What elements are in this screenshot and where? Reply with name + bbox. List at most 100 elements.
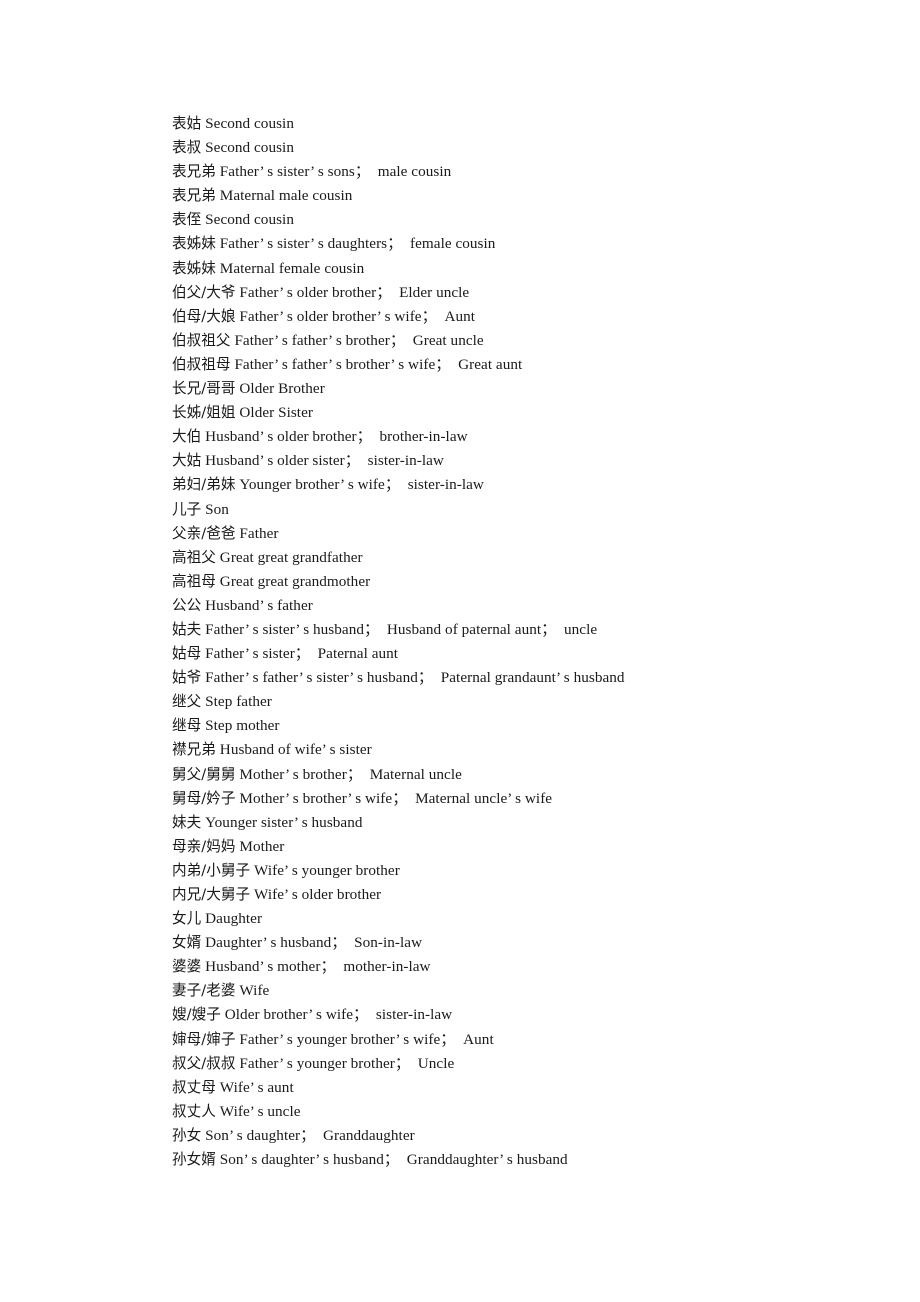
glossary-entry: 伯叔祖母 Father’ s father’ s brother’ s wife…	[172, 353, 872, 377]
glossary-entry: 表兄弟 Maternal male cousin	[172, 184, 872, 208]
glossary-entry: 长姊/姐姐 Older Sister	[172, 401, 872, 425]
glossary-gloss: Wife’ s uncle	[219, 1102, 301, 1120]
glossary-gloss: Father’ s older brother’ s wife； Aunt	[239, 307, 476, 325]
glossary-term: 表兄弟	[172, 187, 216, 205]
glossary-term: 父亲/爸爸	[172, 524, 236, 542]
glossary-entry: 叔父/叔叔 Father’ s younger brother； Uncle	[172, 1052, 872, 1076]
glossary-entry: 表姊妹 Father’ s sister’ s daughters； femal…	[172, 232, 872, 256]
glossary-term: 女婿	[172, 934, 202, 952]
glossary-entry: 表叔 Second cousin	[172, 136, 872, 160]
glossary-entry: 叔丈人 Wife’ s uncle	[172, 1100, 872, 1124]
glossary-term: 表侄	[172, 211, 202, 229]
glossary-term: 继母	[172, 717, 202, 735]
glossary-gloss: Step mother	[205, 717, 280, 735]
glossary-term: 弟妇/弟妹	[172, 476, 236, 494]
glossary-term: 叔父/叔叔	[172, 1054, 236, 1072]
glossary-entry: 孙女 Son’ s daughter； Granddaughter	[172, 1124, 872, 1148]
glossary-term: 孙女	[172, 1126, 202, 1144]
glossary-term: 婶母/婶子	[172, 1030, 236, 1048]
glossary-term: 叔丈母	[172, 1078, 216, 1096]
glossary-gloss: Father’ s sister’ s daughters； female co…	[219, 235, 496, 253]
glossary-gloss: Great great grandmother	[219, 572, 371, 590]
glossary-gloss: Husband’ s older brother； brother-in-law	[205, 428, 468, 446]
glossary-term: 姑夫	[172, 620, 202, 638]
glossary-entry: 表兄弟 Father’ s sister’ s sons； male cousi…	[172, 160, 872, 184]
glossary-entry: 内弟/小舅子 Wife’ s younger brother	[172, 859, 872, 883]
glossary-entry: 伯叔祖父 Father’ s father’ s brother； Great …	[172, 329, 872, 353]
glossary-term: 内兄/大舅子	[172, 886, 251, 903]
glossary-entry: 表姊妹 Maternal female cousin	[172, 257, 872, 281]
glossary-entry: 内兄/大舅子 Wife’ s older brother	[172, 883, 872, 907]
glossary-gloss: Father’ s father’ s brother； Great uncle	[234, 331, 484, 349]
glossary-entry: 大伯 Husband’ s older brother； brother-in-…	[172, 425, 872, 449]
glossary-gloss: Father’ s sister； Paternal aunt	[205, 645, 399, 663]
glossary-term: 叔丈人	[172, 1102, 216, 1120]
glossary-term: 表姊妹	[172, 259, 216, 277]
glossary-gloss: Husband’ s father	[205, 596, 313, 614]
glossary-entry: 高祖父 Great great grandfather	[172, 546, 872, 570]
glossary-gloss: Great great grandfather	[219, 548, 363, 566]
glossary-entry: 母亲/妈妈 Mother	[172, 835, 872, 859]
glossary-entry: 舅父/舅舅 Mother’ s brother； Maternal uncle	[172, 763, 872, 787]
glossary-term: 姑母	[172, 645, 202, 663]
glossary-gloss: Maternal male cousin	[219, 187, 353, 205]
glossary-entry: 大姑 Husband’ s older sister； sister-in-la…	[172, 449, 872, 473]
glossary-entry: 公公 Husband’ s father	[172, 594, 872, 618]
glossary-gloss: Younger brother’ s wife； sister-in-law	[239, 476, 484, 494]
glossary-term: 舅母/妗子	[172, 789, 236, 807]
glossary-term: 表姑	[172, 115, 202, 132]
glossary-entry: 儿子 Son	[172, 498, 872, 522]
glossary-gloss: Husband’ s older sister； sister-in-law	[205, 452, 444, 470]
glossary-term: 继父	[172, 693, 202, 711]
glossary-gloss: Maternal female cousin	[219, 259, 365, 277]
glossary-entry: 伯父/大爷 Father’ s older brother； Elder unc…	[172, 281, 872, 305]
glossary-gloss: Older Brother	[239, 380, 325, 398]
glossary-term: 伯母/大娘	[172, 307, 236, 325]
glossary-entry: 襟兄弟 Husband of wife’ s sister	[172, 738, 872, 762]
glossary-term: 大伯	[172, 428, 202, 446]
glossary-list: 表姑 Second cousin 表叔 Second cousin 表兄弟 Fath…	[172, 112, 872, 1172]
glossary-term: 表叔	[172, 139, 202, 157]
glossary-gloss: Son’ s daughter； Granddaughter	[205, 1126, 415, 1144]
glossary-gloss: Wife’ s aunt	[219, 1078, 294, 1096]
glossary-entry: 妹夫 Younger sister’ s husband	[172, 811, 872, 835]
glossary-term: 孙女婿	[172, 1151, 216, 1169]
glossary-term: 大姑	[172, 452, 202, 470]
glossary-entry: 婶母/婶子 Father’ s younger brother’ s wife；…	[172, 1028, 872, 1052]
glossary-gloss: Father’ s father’ s brother’ s wife； Gre…	[234, 355, 523, 373]
glossary-gloss: Older brother’ s wife； sister-in-law	[224, 1006, 453, 1024]
glossary-entry: 姑夫 Father’ s sister’ s husband； Husband …	[172, 618, 872, 642]
glossary-gloss: Mother’ s brother’ s wife； Maternal uncl…	[239, 789, 553, 807]
glossary-gloss: Father’ s sister’ s husband； Husband of …	[205, 620, 598, 638]
glossary-gloss: Son	[205, 500, 229, 518]
glossary-gloss: Wife’ s older brother	[254, 886, 382, 903]
glossary-gloss: Daughter’ s husband； Son-in-law	[205, 934, 423, 952]
glossary-gloss: Husband’ s mother； mother-in-law	[205, 958, 431, 976]
glossary-term: 嫂/嫂子	[172, 1006, 221, 1024]
glossary-term: 母亲/妈妈	[172, 837, 236, 855]
glossary-term: 伯父/大爷	[172, 283, 236, 301]
glossary-term: 内弟/小舅子	[172, 861, 251, 879]
glossary-entry: 嫂/嫂子 Older brother’ s wife； sister-in-la…	[172, 1003, 872, 1027]
glossary-entry: 继母 Step mother	[172, 714, 872, 738]
glossary-term: 婆婆	[172, 958, 202, 976]
glossary-gloss: Second cousin	[205, 139, 294, 157]
glossary-gloss: Mother’ s brother； Maternal uncle	[239, 765, 462, 783]
glossary-term: 高祖母	[172, 572, 216, 590]
glossary-gloss: Step father	[205, 693, 272, 711]
glossary-term: 女儿	[172, 910, 202, 928]
glossary-term: 妻子/老婆	[172, 982, 236, 1000]
glossary-term: 高祖父	[172, 548, 216, 566]
glossary-entry: 婆婆 Husband’ s mother； mother-in-law	[172, 955, 872, 979]
glossary-entry: 继父 Step father	[172, 690, 872, 714]
document-page: 表姑 Second cousin 表叔 Second cousin 表兄弟 Fath…	[0, 0, 920, 1302]
glossary-entry: 高祖母 Great great grandmother	[172, 570, 872, 594]
glossary-gloss: Second cousin	[205, 115, 294, 132]
glossary-gloss: Older Sister	[239, 404, 313, 422]
glossary-term: 姑爷	[172, 669, 202, 687]
glossary-entry: 表姑 Second cousin	[172, 112, 872, 136]
glossary-term: 儿子	[172, 500, 202, 518]
glossary-gloss: Younger sister’ s husband	[205, 813, 363, 831]
glossary-gloss: Wife	[239, 982, 270, 1000]
glossary-term: 长姊/姐姐	[172, 404, 236, 422]
